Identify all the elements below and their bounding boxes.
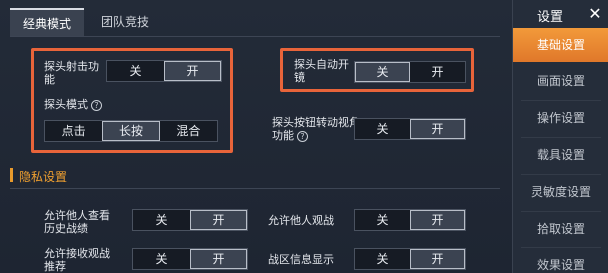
sidebar-item-controls[interactable]: 操作设置 <box>513 101 608 135</box>
spectate-on[interactable]: 开 <box>410 210 465 230</box>
sidebar-title: 设置 <box>537 10 564 25</box>
highlight-box-auto-scope <box>280 48 474 92</box>
view-history-off[interactable]: 关 <box>133 210 190 230</box>
privacy-section-title: 隐私设置 <box>19 170 68 184</box>
region-display-on[interactable]: 开 <box>410 249 465 269</box>
receive-spectate-off[interactable]: 关 <box>133 249 190 269</box>
peek-button-rotate-label: 探头按钮转动视角功能 <box>272 116 360 142</box>
mode-tabs: 经典模式 团队竞技 <box>0 8 505 36</box>
spectate-off[interactable]: 关 <box>355 210 410 230</box>
region-display-toggle: 关 开 <box>354 248 466 270</box>
tab-team-mode[interactable]: 团队竞技 <box>88 8 162 36</box>
receive-spectate-toggle: 关 开 <box>132 248 248 270</box>
tab-classic-mode[interactable]: 经典模式 <box>10 8 84 36</box>
section-bar <box>10 168 13 182</box>
privacy-section-header: 隐私设置 <box>10 166 500 189</box>
section-divider <box>10 188 500 189</box>
region-display-off[interactable]: 关 <box>355 249 410 269</box>
receive-spectate-on[interactable]: 开 <box>190 249 247 269</box>
view-history-on[interactable]: 开 <box>190 210 247 230</box>
sidebar-item-vehicle[interactable]: 载具设置 <box>513 138 608 172</box>
region-display-label: 战区信息显示 <box>268 253 334 266</box>
view-history-toggle: 关 开 <box>132 209 248 231</box>
receive-spectate-label: 允许接收观战推荐 <box>44 247 110 273</box>
settings-sidebar: 设置 ✕ 基础设置 画面设置 操作设置 载具设置 灵敏度设置 拾取设置 效果设置 <box>512 0 608 273</box>
sidebar-item-effects[interactable]: 效果设置 <box>513 248 608 273</box>
peek-button-rotate-label-wrap: 探头按钮转动视角功能? <box>272 116 362 142</box>
peek-button-rotate-on[interactable]: 开 <box>410 119 465 139</box>
view-history-label: 允许他人查看历史战绩 <box>44 209 110 235</box>
close-icon[interactable]: ✕ <box>585 4 605 24</box>
spectate-toggle: 关 开 <box>354 209 466 231</box>
sidebar-item-graphics[interactable]: 画面设置 <box>513 64 608 98</box>
sidebar-item-pickup[interactable]: 拾取设置 <box>513 212 608 246</box>
sidebar-item-sensitivity[interactable]: 灵敏度设置 <box>513 175 608 209</box>
sidebar-item-basic[interactable]: 基础设置 <box>513 28 608 62</box>
settings-screen: 经典模式 团队竞技 探头射击功能 关 开 探头模式? 点击 长按 混合 探头自动… <box>0 0 608 273</box>
peek-button-rotate-toggle: 关 开 <box>354 118 466 140</box>
highlight-box-peek <box>31 48 233 153</box>
tabs-divider <box>10 36 500 37</box>
help-icon[interactable]: ? <box>297 130 308 142</box>
spectate-label: 允许他人观战 <box>268 214 334 227</box>
peek-button-rotate-off[interactable]: 关 <box>355 119 410 139</box>
